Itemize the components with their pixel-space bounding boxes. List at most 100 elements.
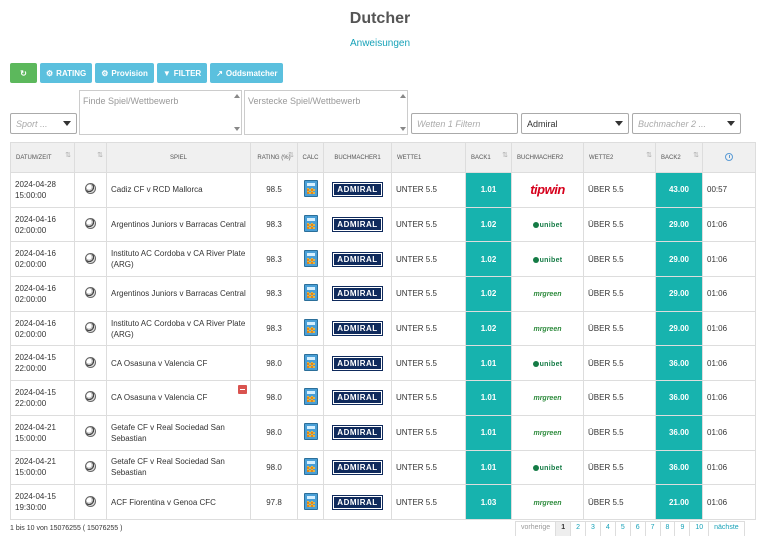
pagination: vorherige 1 2 3 4 5 6 7 8 9 10 nächste xyxy=(515,521,745,536)
table-row: 2024-04-28 15:00:00 Cadiz CF v RCD Mallor… xyxy=(10,172,756,208)
instructions-link[interactable]: Anweisungen xyxy=(0,38,760,49)
col-header-back1[interactable]: BACK1 ⇅ xyxy=(465,142,512,173)
col-header-datetime[interactable]: DATUM/ZEIT ⇅ xyxy=(10,142,75,173)
game-cell: Cadiz CF v RCD Mallorca xyxy=(106,172,251,208)
calculator-icon[interactable] xyxy=(303,249,318,267)
pagination-page[interactable]: 5 xyxy=(614,521,631,536)
bookmaker2-cell[interactable]: mrgreen xyxy=(511,484,584,520)
bookmaker2-cell[interactable]: unibet xyxy=(511,345,584,382)
admiral-logo[interactable]: ADMIRAL xyxy=(332,217,383,233)
calculator-icon[interactable] xyxy=(303,457,318,475)
pagination-page[interactable]: 4 xyxy=(599,521,616,536)
bookmaker1-cell[interactable]: ADMIRAL xyxy=(323,449,392,486)
bookmaker1-cell[interactable]: ADMIRAL xyxy=(323,484,392,520)
bookmaker2-cell[interactable]: mrgreen xyxy=(511,310,584,347)
datetime-cell: 2024-04-15 22:00:00 xyxy=(10,345,75,382)
bookmaker1-cell[interactable]: ADMIRAL xyxy=(323,206,392,243)
calculator-icon[interactable] xyxy=(303,388,318,406)
hide-game-input[interactable]: Verstecke Spiel/Wettbewerb xyxy=(244,90,408,135)
bookmaker1-select[interactable]: Admiral xyxy=(521,113,629,134)
admiral-logo[interactable]: ADMIRAL xyxy=(332,251,383,267)
admiral-logo[interactable]: ADMIRAL xyxy=(332,459,383,475)
col-header-wette1[interactable]: WETTE1 xyxy=(391,142,466,173)
game-cell: Instituto AC Cordoba v CA River Plate (A… xyxy=(106,310,251,347)
calc-cell[interactable] xyxy=(297,345,324,382)
col-header-spiel[interactable]: SPIEL xyxy=(106,142,251,173)
calc-cell[interactable] xyxy=(297,310,324,347)
calculator-icon[interactable] xyxy=(303,284,318,302)
calc-cell[interactable] xyxy=(297,449,324,486)
sport-cell xyxy=(74,206,107,243)
col-header-time-remaining[interactable] xyxy=(702,142,756,173)
bookmaker1-cell[interactable]: ADMIRAL xyxy=(323,310,392,347)
bookmaker2-cell[interactable]: unibet xyxy=(511,206,584,243)
pagination-prev[interactable]: vorherige xyxy=(515,521,557,536)
pagination-page[interactable]: 10 xyxy=(689,521,710,536)
bookmaker2-cell[interactable]: unibet xyxy=(511,241,584,278)
bookmaker2-cell[interactable]: mrgreen xyxy=(511,276,584,312)
pagination-page[interactable]: 1 xyxy=(555,521,572,536)
pagination-page[interactable]: 3 xyxy=(585,521,601,536)
pagination-next[interactable]: nächste xyxy=(708,521,745,536)
remove-icon[interactable] xyxy=(238,385,247,395)
bookmaker2-cell[interactable]: mrgreen xyxy=(511,414,584,451)
calculator-icon[interactable] xyxy=(303,353,318,371)
time-text: 22:00:00 xyxy=(15,364,47,374)
pagination-page[interactable]: 2 xyxy=(570,521,586,536)
table-row: 2024-04-16 02:00:00 Instituto AC Cordoba … xyxy=(10,310,756,347)
bookmaker2-cell[interactable]: mrgreen xyxy=(511,380,584,416)
col-header-sport[interactable]: ⇅ xyxy=(74,142,107,173)
admiral-logo[interactable]: ADMIRAL xyxy=(332,321,383,337)
bookmaker1-cell[interactable]: ADMIRAL xyxy=(323,172,392,208)
rating-button[interactable]: ⚙ RATING xyxy=(40,63,93,83)
admiral-logo[interactable]: ADMIRAL xyxy=(332,355,383,371)
bookmaker2-select[interactable]: Buchmacher 2 ... xyxy=(632,113,741,134)
bookmaker1-cell[interactable]: ADMIRAL xyxy=(323,241,392,278)
find-game-input[interactable]: Finde Spiel/Wettbewerb xyxy=(79,90,242,135)
col-header-wette2[interactable]: WETTE2 ⇅ xyxy=(583,142,656,173)
admiral-logo[interactable]: ADMIRAL xyxy=(332,390,383,406)
bookmaker2-cell[interactable]: tipwin xyxy=(511,172,584,208)
calc-cell[interactable] xyxy=(297,241,324,278)
bookmaker1-cell[interactable]: ADMIRAL xyxy=(323,276,392,312)
calc-cell[interactable] xyxy=(297,206,324,243)
calculator-icon[interactable] xyxy=(303,180,318,198)
bet-filter-input[interactable]: Wetten 1 Filtern xyxy=(411,113,518,134)
bookmaker2-cell[interactable]: unibet xyxy=(511,449,584,486)
sport-select[interactable]: Sport ... xyxy=(10,113,77,134)
hide-game-scrollbar[interactable] xyxy=(399,92,406,133)
admiral-logo[interactable]: ADMIRAL xyxy=(332,182,383,198)
calculator-icon[interactable] xyxy=(303,492,318,510)
col-header-bookmaker2[interactable]: BUCHMACHER2 xyxy=(511,142,584,173)
col-header-back2[interactable]: BACK2 ⇅ xyxy=(655,142,703,173)
find-game-scrollbar[interactable] xyxy=(233,92,240,133)
calculator-icon[interactable] xyxy=(303,215,318,233)
oddsmatcher-button[interactable]: ↗ Oddsmatcher xyxy=(210,63,284,83)
admiral-logo[interactable]: ADMIRAL xyxy=(332,494,383,510)
pagination-page[interactable]: 8 xyxy=(659,521,676,536)
calc-cell[interactable] xyxy=(297,380,324,416)
filter-button[interactable]: ▼ FILTER xyxy=(156,63,208,83)
calc-cell[interactable] xyxy=(297,276,324,312)
calc-cell[interactable] xyxy=(297,414,324,451)
calc-cell[interactable] xyxy=(297,484,324,520)
pagination-page[interactable]: 9 xyxy=(674,521,691,536)
calculator-icon[interactable] xyxy=(303,319,318,337)
bookmaker1-cell[interactable]: ADMIRAL xyxy=(323,414,392,451)
game-name: CA Osasuna v Valencia CF xyxy=(111,358,208,368)
refresh-button[interactable]: ↻ xyxy=(10,63,37,83)
filter-bar: Sport ... Finde Spiel/Wettbewerb Verstec… xyxy=(0,90,760,138)
col-header-rating[interactable]: RATING (%) ⇅ xyxy=(250,142,298,173)
time-remaining-cell: 01:06 xyxy=(702,241,756,278)
pagination-page[interactable]: 7 xyxy=(644,521,661,536)
provision-button[interactable]: ⚙ Provision xyxy=(95,63,154,83)
pagination-page[interactable]: 6 xyxy=(629,521,646,536)
bookmaker1-cell[interactable]: ADMIRAL xyxy=(323,345,392,382)
admiral-logo[interactable]: ADMIRAL xyxy=(332,425,383,441)
rating-button-label: RATING xyxy=(56,68,87,78)
calculator-icon[interactable] xyxy=(303,423,318,441)
bookmaker1-cell[interactable]: ADMIRAL xyxy=(323,380,392,416)
admiral-logo[interactable]: ADMIRAL xyxy=(332,286,383,302)
col-header-bookmaker1[interactable]: BUCHMACHER1 xyxy=(323,142,392,173)
calc-cell[interactable] xyxy=(297,172,324,208)
